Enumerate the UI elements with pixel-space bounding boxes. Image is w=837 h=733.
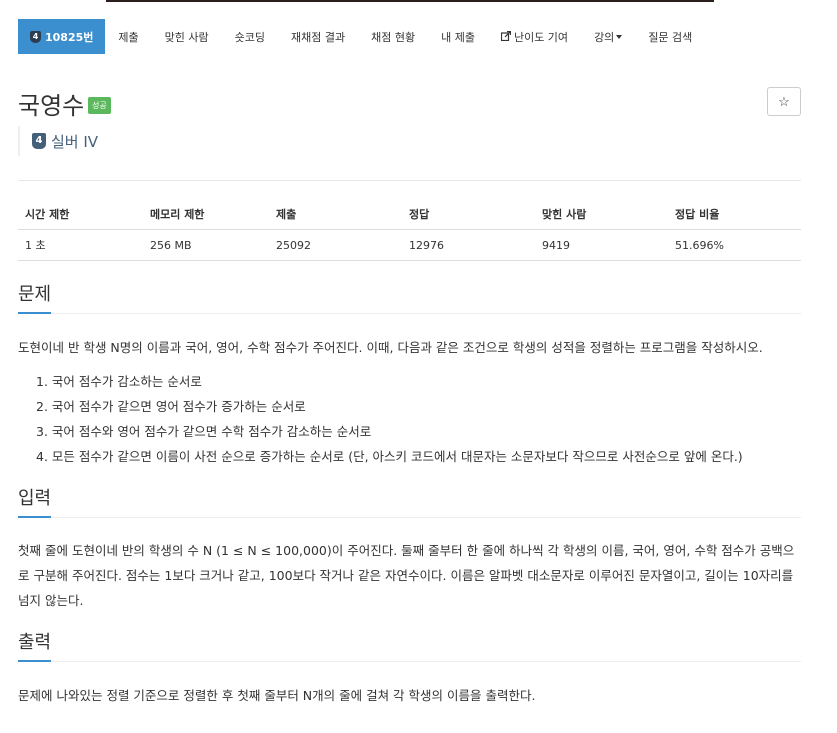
divider: [18, 180, 801, 181]
nav-difficulty-contribution[interactable]: 난이도 기여: [488, 19, 581, 54]
tier-icon: 4: [30, 30, 41, 43]
nav-solvers[interactable]: 맞힌 사람: [152, 19, 222, 54]
tier-icon: 4: [32, 133, 46, 149]
nav-status[interactable]: 채점 현황: [358, 19, 428, 54]
value-memory-limit: 256 MB: [143, 229, 269, 261]
value-time-limit: 1 초: [18, 229, 143, 261]
header-ratio: 정답 비율: [668, 199, 801, 230]
external-link-icon: [500, 30, 511, 41]
problem-tier: 4 실버 IV: [18, 126, 98, 156]
problem-menu: 4 10825번 제출 맞힌 사람 숏코딩 재채점 결과 채점 현황 내 제출 …: [18, 19, 705, 54]
header-submissions: 제출: [269, 199, 402, 230]
value-submissions: 25092: [269, 229, 402, 261]
header-memory-limit: 메모리 제한: [143, 199, 269, 230]
problem-title: 국영수: [18, 92, 85, 120]
nav-short-coding[interactable]: 숏코딩: [222, 19, 278, 54]
star-icon: ☆: [778, 93, 790, 109]
output-heading-label: 출력: [18, 628, 52, 662]
table-header-row: 시간 제한 메모리 제한 제출 정답 맞힌 사람 정답 비율: [18, 199, 801, 230]
input-heading: 입력: [18, 488, 801, 518]
value-accepted: 12976: [402, 229, 535, 261]
condition-list: 1. 국어 점수가 감소하는 순서로 2. 국어 점수가 같으면 영어 점수가 …: [36, 369, 743, 469]
input-heading-label: 입력: [18, 484, 52, 518]
output-text: 문제에 나와있는 정렬 기준으로 정렬한 후 첫째 줄부터 N개의 줄에 걸쳐 …: [18, 688, 536, 703]
description-heading-label: 문제: [18, 280, 52, 314]
tier-label[interactable]: 실버 IV: [51, 131, 98, 152]
table-row: 1 초 256 MB 25092 12976 9419 51.696%: [18, 229, 801, 261]
top-banner: [106, 0, 714, 2]
star-button[interactable]: ☆: [767, 87, 801, 116]
header-solvers: 맞힌 사람: [535, 199, 668, 230]
nav-lectures-dropdown[interactable]: 강의: [581, 19, 635, 54]
nav-problem-number[interactable]: 4 10825번: [18, 19, 106, 54]
list-item: 4. 모든 점수가 같으면 이름이 사전 순으로 증가하는 순서로 (단, 아스…: [36, 449, 743, 464]
description-text: 도현이네 반 학생 N명의 이름과 국어, 영어, 수학 점수가 주어진다. 이…: [18, 340, 763, 355]
problem-info-table: 시간 제한 메모리 제한 제출 정답 맞힌 사람 정답 비율 1 초 256 M…: [18, 199, 801, 261]
nav-problem-number-label: 10825번: [45, 30, 94, 44]
output-heading: 출력: [18, 632, 801, 662]
description-heading: 문제: [18, 284, 801, 314]
list-item: 1. 국어 점수가 감소하는 순서로: [36, 374, 202, 389]
value-ratio: 51.696%: [668, 229, 801, 261]
nav-difficulty-contribution-label: 난이도 기여: [513, 30, 569, 44]
value-solvers: 9419: [535, 229, 668, 261]
list-item: 3. 국어 점수와 영어 점수가 같으면 수학 점수가 감소하는 순서로: [36, 424, 372, 439]
nav-my-submissions[interactable]: 내 제출: [428, 19, 488, 54]
status-badge: 성공: [88, 97, 111, 114]
header-accepted: 정답: [402, 199, 535, 230]
input-text: 첫째 줄에 도현이네 반의 학생의 수 N (1 ≤ N ≤ 100,000)이…: [18, 543, 795, 608]
caret-down-icon: [616, 34, 623, 39]
nav-lectures-label: 강의: [594, 30, 615, 44]
nav-rejudge-results[interactable]: 재채점 결과: [278, 19, 358, 54]
list-item: 2. 국어 점수가 같으면 영어 점수가 증가하는 순서로: [36, 399, 306, 414]
nav-submit[interactable]: 제출: [105, 19, 151, 54]
nav-question-search[interactable]: 질문 검색: [635, 19, 705, 54]
header-time-limit: 시간 제한: [18, 199, 143, 230]
